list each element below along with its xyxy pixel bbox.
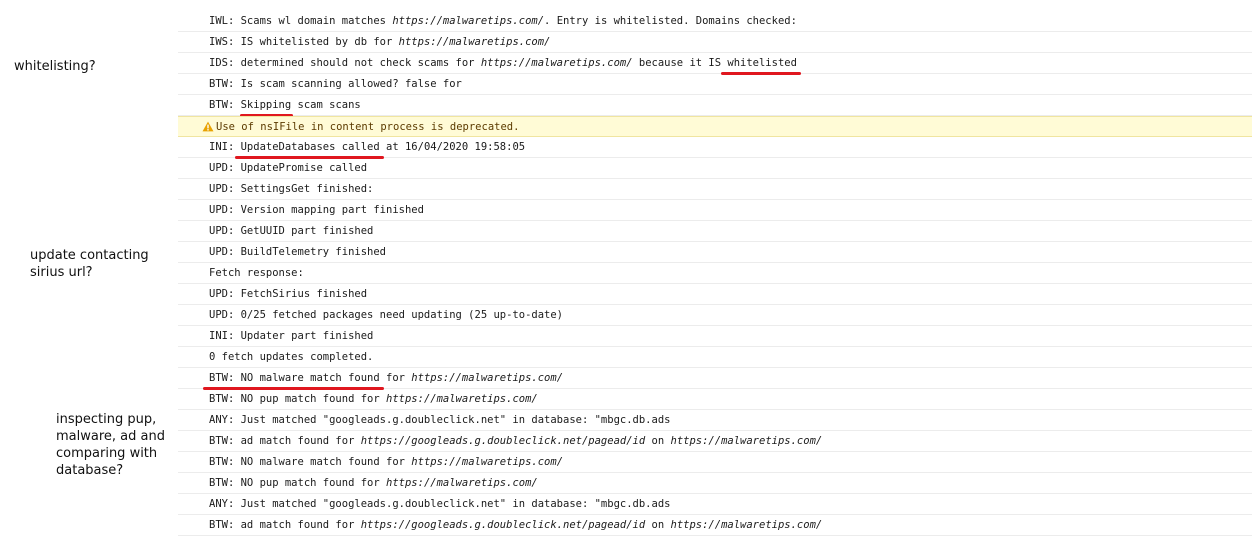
console-row[interactable]: INI: Updater part finished (178, 326, 1252, 347)
log-text: at 16/04/2020 19:58:05 (379, 141, 526, 153)
console-row[interactable]: UPD: 0/25 fetched packages need updating… (178, 305, 1252, 326)
log-text: INI: Updater part finished (209, 330, 374, 342)
log-url[interactable]: https://malwaretips.com/ (411, 372, 563, 384)
console-row[interactable]: IWL: Scams wl domain matches https://mal… (178, 11, 1252, 32)
console-row[interactable]: BTW: Skipping scam scans (178, 95, 1252, 117)
log-text: BTW: (209, 99, 241, 111)
log-text: BTW: ad match found for (209, 435, 361, 447)
console-row[interactable]: Fetch response: (178, 263, 1252, 284)
annotation-inspecting-line-2: malware, ad and (56, 429, 165, 444)
log-text: UPD: UpdatePromise called (209, 162, 368, 174)
warning-text: Use of nsIFile in content process is dep… (216, 121, 520, 133)
console-log: IWL: Scams wl domain matches https://mal… (178, 11, 1252, 536)
log-text: UPD: SettingsGet finished: (209, 183, 374, 195)
console-row[interactable]: ANY: Just matched "googleads.g.doublecli… (178, 494, 1252, 515)
log-url[interactable]: https://malwaretips.com/ (386, 393, 538, 405)
log-text: IDS: determined should not check scams f… (209, 57, 481, 69)
console-row[interactable]: BTW: ad match found for https://googlead… (178, 515, 1252, 536)
console-row[interactable]: IWS: IS whitelisted by db for https://ma… (178, 32, 1252, 53)
log-text: on (645, 435, 671, 447)
log-text: UPD: GetUUID part finished (209, 225, 374, 237)
log-url[interactable]: https://malwaretips.com/ (392, 15, 544, 27)
warning-triangle-icon (202, 117, 216, 138)
log-url[interactable]: https://googleads.g.doubleclick.net/page… (361, 435, 645, 447)
console-row[interactable]: INI: UpdateDatabases called at 16/04/202… (178, 137, 1252, 159)
console-row[interactable]: IDS: determined should not check scams f… (178, 53, 1252, 75)
annotation-inspecting: inspecting pup, malware, ad and comparin… (56, 411, 165, 479)
log-url[interactable]: https://malwaretips.com/ (671, 519, 823, 531)
log-text: on (645, 519, 671, 531)
console-row[interactable]: BTW: NO pup match found for https://malw… (178, 389, 1252, 410)
log-text: IWL: Scams wl domain matches (209, 15, 393, 27)
console-row[interactable]: BTW: NO malware match found for https://… (178, 368, 1252, 390)
log-text: scam scans (291, 99, 361, 111)
log-text: Fetch response: (209, 267, 304, 279)
log-text: UPD: Version mapping part finished (209, 204, 424, 216)
annotation-inspecting-line-4: database? (56, 463, 124, 478)
console-row[interactable]: UPD: SettingsGet finished: (178, 179, 1252, 200)
annotation-update-line-2: sirius url? (30, 265, 93, 280)
log-url[interactable]: https://malwaretips.com/ (399, 36, 551, 48)
log-text: IWS: IS whitelisted by db for (209, 36, 399, 48)
annotation-update-line-1: update contacting (30, 248, 149, 263)
console-row[interactable]: UPD: BuildTelemetry finished (178, 242, 1252, 263)
log-text: for (379, 372, 412, 384)
log-text: UPD: FetchSirius finished (209, 288, 368, 300)
log-url[interactable]: https://malwaretips.com/ (411, 456, 563, 468)
underlined-term: Skipping (239, 95, 293, 117)
log-text: BTW: ad match found for (209, 519, 361, 531)
console-row[interactable]: BTW: NO malware match found for https://… (178, 452, 1252, 473)
underlined-term: whitelisted (721, 53, 801, 75)
log-text: 0 fetch updates completed. (209, 351, 374, 363)
console-row[interactable]: BTW: Is scam scanning allowed? false for (178, 74, 1252, 95)
annotation-whitelisting: whitelisting? (14, 59, 96, 74)
underlined-term: BTW: NO malware match found (203, 368, 384, 390)
log-text: INI: (209, 141, 241, 153)
log-url[interactable]: https://malwaretips.com/ (386, 477, 538, 489)
log-text: BTW: NO pup match found for (209, 477, 387, 489)
log-url[interactable]: https://malwaretips.com/ (671, 435, 823, 447)
annotation-inspecting-line-1: inspecting pup, (56, 412, 157, 427)
log-text: BTW: NO pup match found for (209, 393, 387, 405)
console-row[interactable]: UPD: Version mapping part finished (178, 200, 1252, 221)
console-row[interactable]: BTW: NO pup match found for https://malw… (178, 473, 1252, 494)
log-text: BTW: NO malware match found for (209, 456, 412, 468)
log-text: BTW: Is scam scanning allowed? false for (209, 78, 462, 90)
log-text: UPD: BuildTelemetry finished (209, 246, 387, 258)
console-warning-row[interactable]: Use of nsIFile in content process is dep… (178, 116, 1252, 137)
log-url[interactable]: https://googleads.g.doubleclick.net/page… (361, 519, 645, 531)
log-url[interactable]: https://malwaretips.com/ (481, 57, 633, 69)
log-text: ANY: Just matched "googleads.g.doublecli… (209, 414, 671, 426)
console-row[interactable]: 0 fetch updates completed. (178, 347, 1252, 368)
log-text: UPD: 0/25 fetched packages need updating… (209, 309, 564, 321)
console-row[interactable]: UPD: UpdatePromise called (178, 158, 1252, 179)
log-text: because it IS (632, 57, 728, 69)
console-row[interactable]: BTW: ad match found for https://googlead… (178, 431, 1252, 452)
underlined-term: UpdateDatabases called (234, 137, 384, 159)
log-text: ANY: Just matched "googleads.g.doublecli… (209, 498, 671, 510)
log-text: . Entry is whitelisted. Domains checked: (544, 15, 797, 27)
console-row[interactable]: UPD: GetUUID part finished (178, 221, 1252, 242)
console-row[interactable]: ANY: Just matched "googleads.g.doublecli… (178, 410, 1252, 431)
annotation-update: update contacting sirius url? (30, 247, 149, 281)
annotation-inspecting-line-3: comparing with (56, 446, 158, 461)
console-row[interactable]: UPD: FetchSirius finished (178, 284, 1252, 305)
